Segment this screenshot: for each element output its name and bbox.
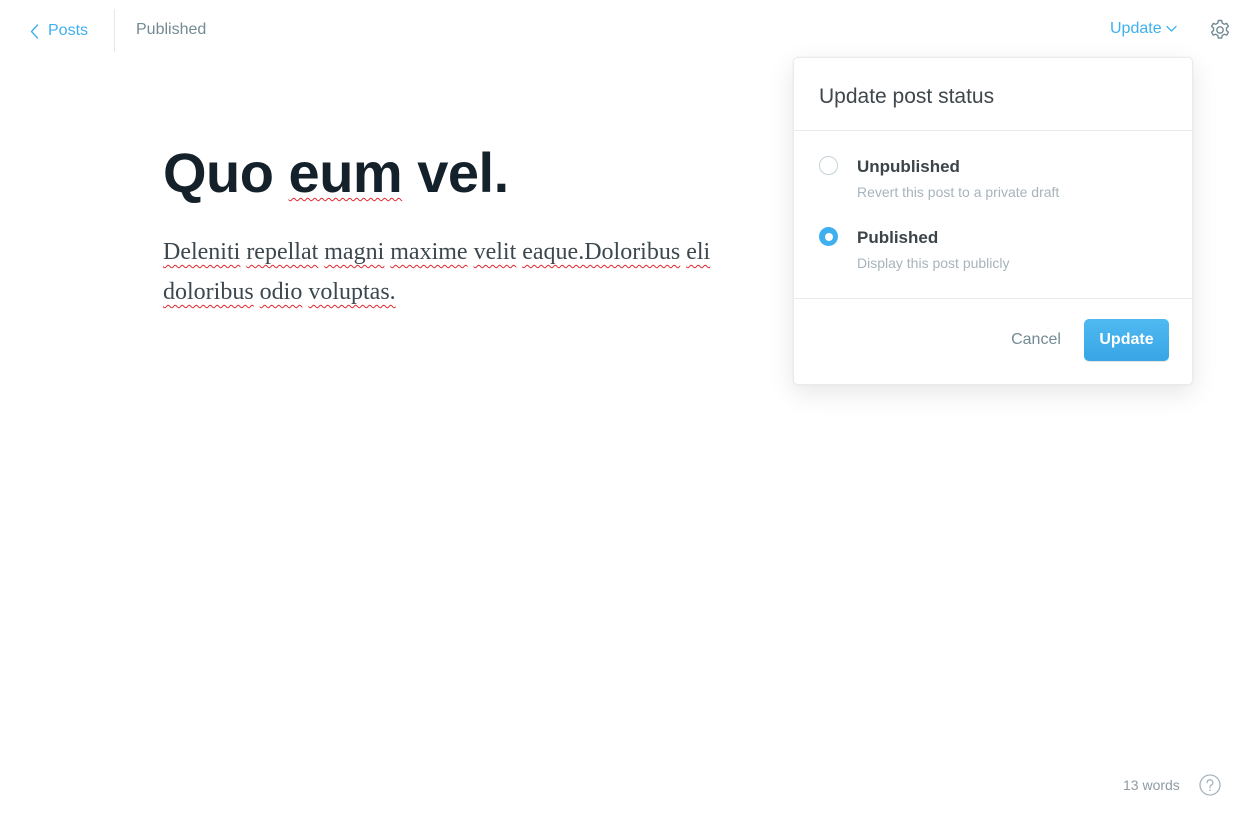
update-menu-trigger[interactable]: Update bbox=[1110, 20, 1177, 38]
body-line: doloribus odio voluptas. bbox=[163, 272, 803, 312]
option-description: Display this post publicly bbox=[857, 255, 1010, 271]
chevron-left-icon bbox=[30, 23, 39, 39]
body-word: maxime bbox=[390, 239, 468, 265]
status-option-unpublished[interactable]: Unpublished Revert this post to a privat… bbox=[819, 156, 1169, 212]
post-body[interactable]: Deleniti repellat magni maxime velit eaq… bbox=[163, 232, 803, 322]
gear-icon bbox=[1210, 19, 1230, 39]
cancel-button[interactable]: Cancel bbox=[999, 319, 1073, 361]
update-button[interactable]: Update bbox=[1084, 319, 1169, 361]
unpublished-radio[interactable] bbox=[819, 156, 838, 175]
status-option-published[interactable]: Published Display this post publicly bbox=[819, 227, 1169, 283]
header-divider bbox=[114, 9, 115, 52]
title-word: Quo bbox=[163, 141, 274, 204]
update-status-popover: Update post status Unpublished Revert th… bbox=[793, 57, 1193, 385]
title-word-misspelled: eum bbox=[288, 141, 403, 204]
post-title[interactable]: Quo eum vel. bbox=[163, 140, 509, 205]
body-word: Deleniti bbox=[163, 239, 241, 265]
help-circle-icon bbox=[1199, 774, 1221, 796]
body-word: odio bbox=[259, 279, 303, 305]
option-description: Revert this post to a private draft bbox=[857, 184, 1060, 200]
published-radio[interactable] bbox=[819, 227, 838, 246]
title-word: vel. bbox=[417, 141, 509, 204]
popover-divider bbox=[794, 130, 1192, 131]
popover-divider bbox=[794, 298, 1192, 299]
back-to-posts-link[interactable]: Posts bbox=[30, 18, 88, 44]
option-label: Unpublished bbox=[857, 157, 960, 176]
settings-button[interactable] bbox=[1208, 18, 1232, 42]
body-word: magni bbox=[324, 239, 385, 265]
option-label: Published bbox=[857, 228, 939, 247]
body-word: eaque.Doloribus bbox=[522, 239, 681, 265]
post-status-label: Published bbox=[136, 21, 207, 38]
body-word: voluptas. bbox=[308, 279, 396, 305]
back-link-label: Posts bbox=[48, 22, 89, 39]
chevron-down-icon bbox=[1165, 25, 1177, 32]
body-word: repellat bbox=[246, 239, 319, 265]
body-word: doloribus bbox=[163, 279, 254, 305]
body-word: eli bbox=[686, 239, 711, 265]
body-word: velit bbox=[473, 239, 517, 265]
help-button[interactable] bbox=[1199, 774, 1221, 796]
word-count: 13 words bbox=[1123, 777, 1180, 793]
editor-header: Posts Published Update bbox=[0, 0, 1250, 62]
popover-title: Update post status bbox=[819, 85, 995, 108]
update-trigger-label: Update bbox=[1110, 20, 1162, 37]
body-line: Deleniti repellat magni maxime velit eaq… bbox=[163, 232, 803, 272]
